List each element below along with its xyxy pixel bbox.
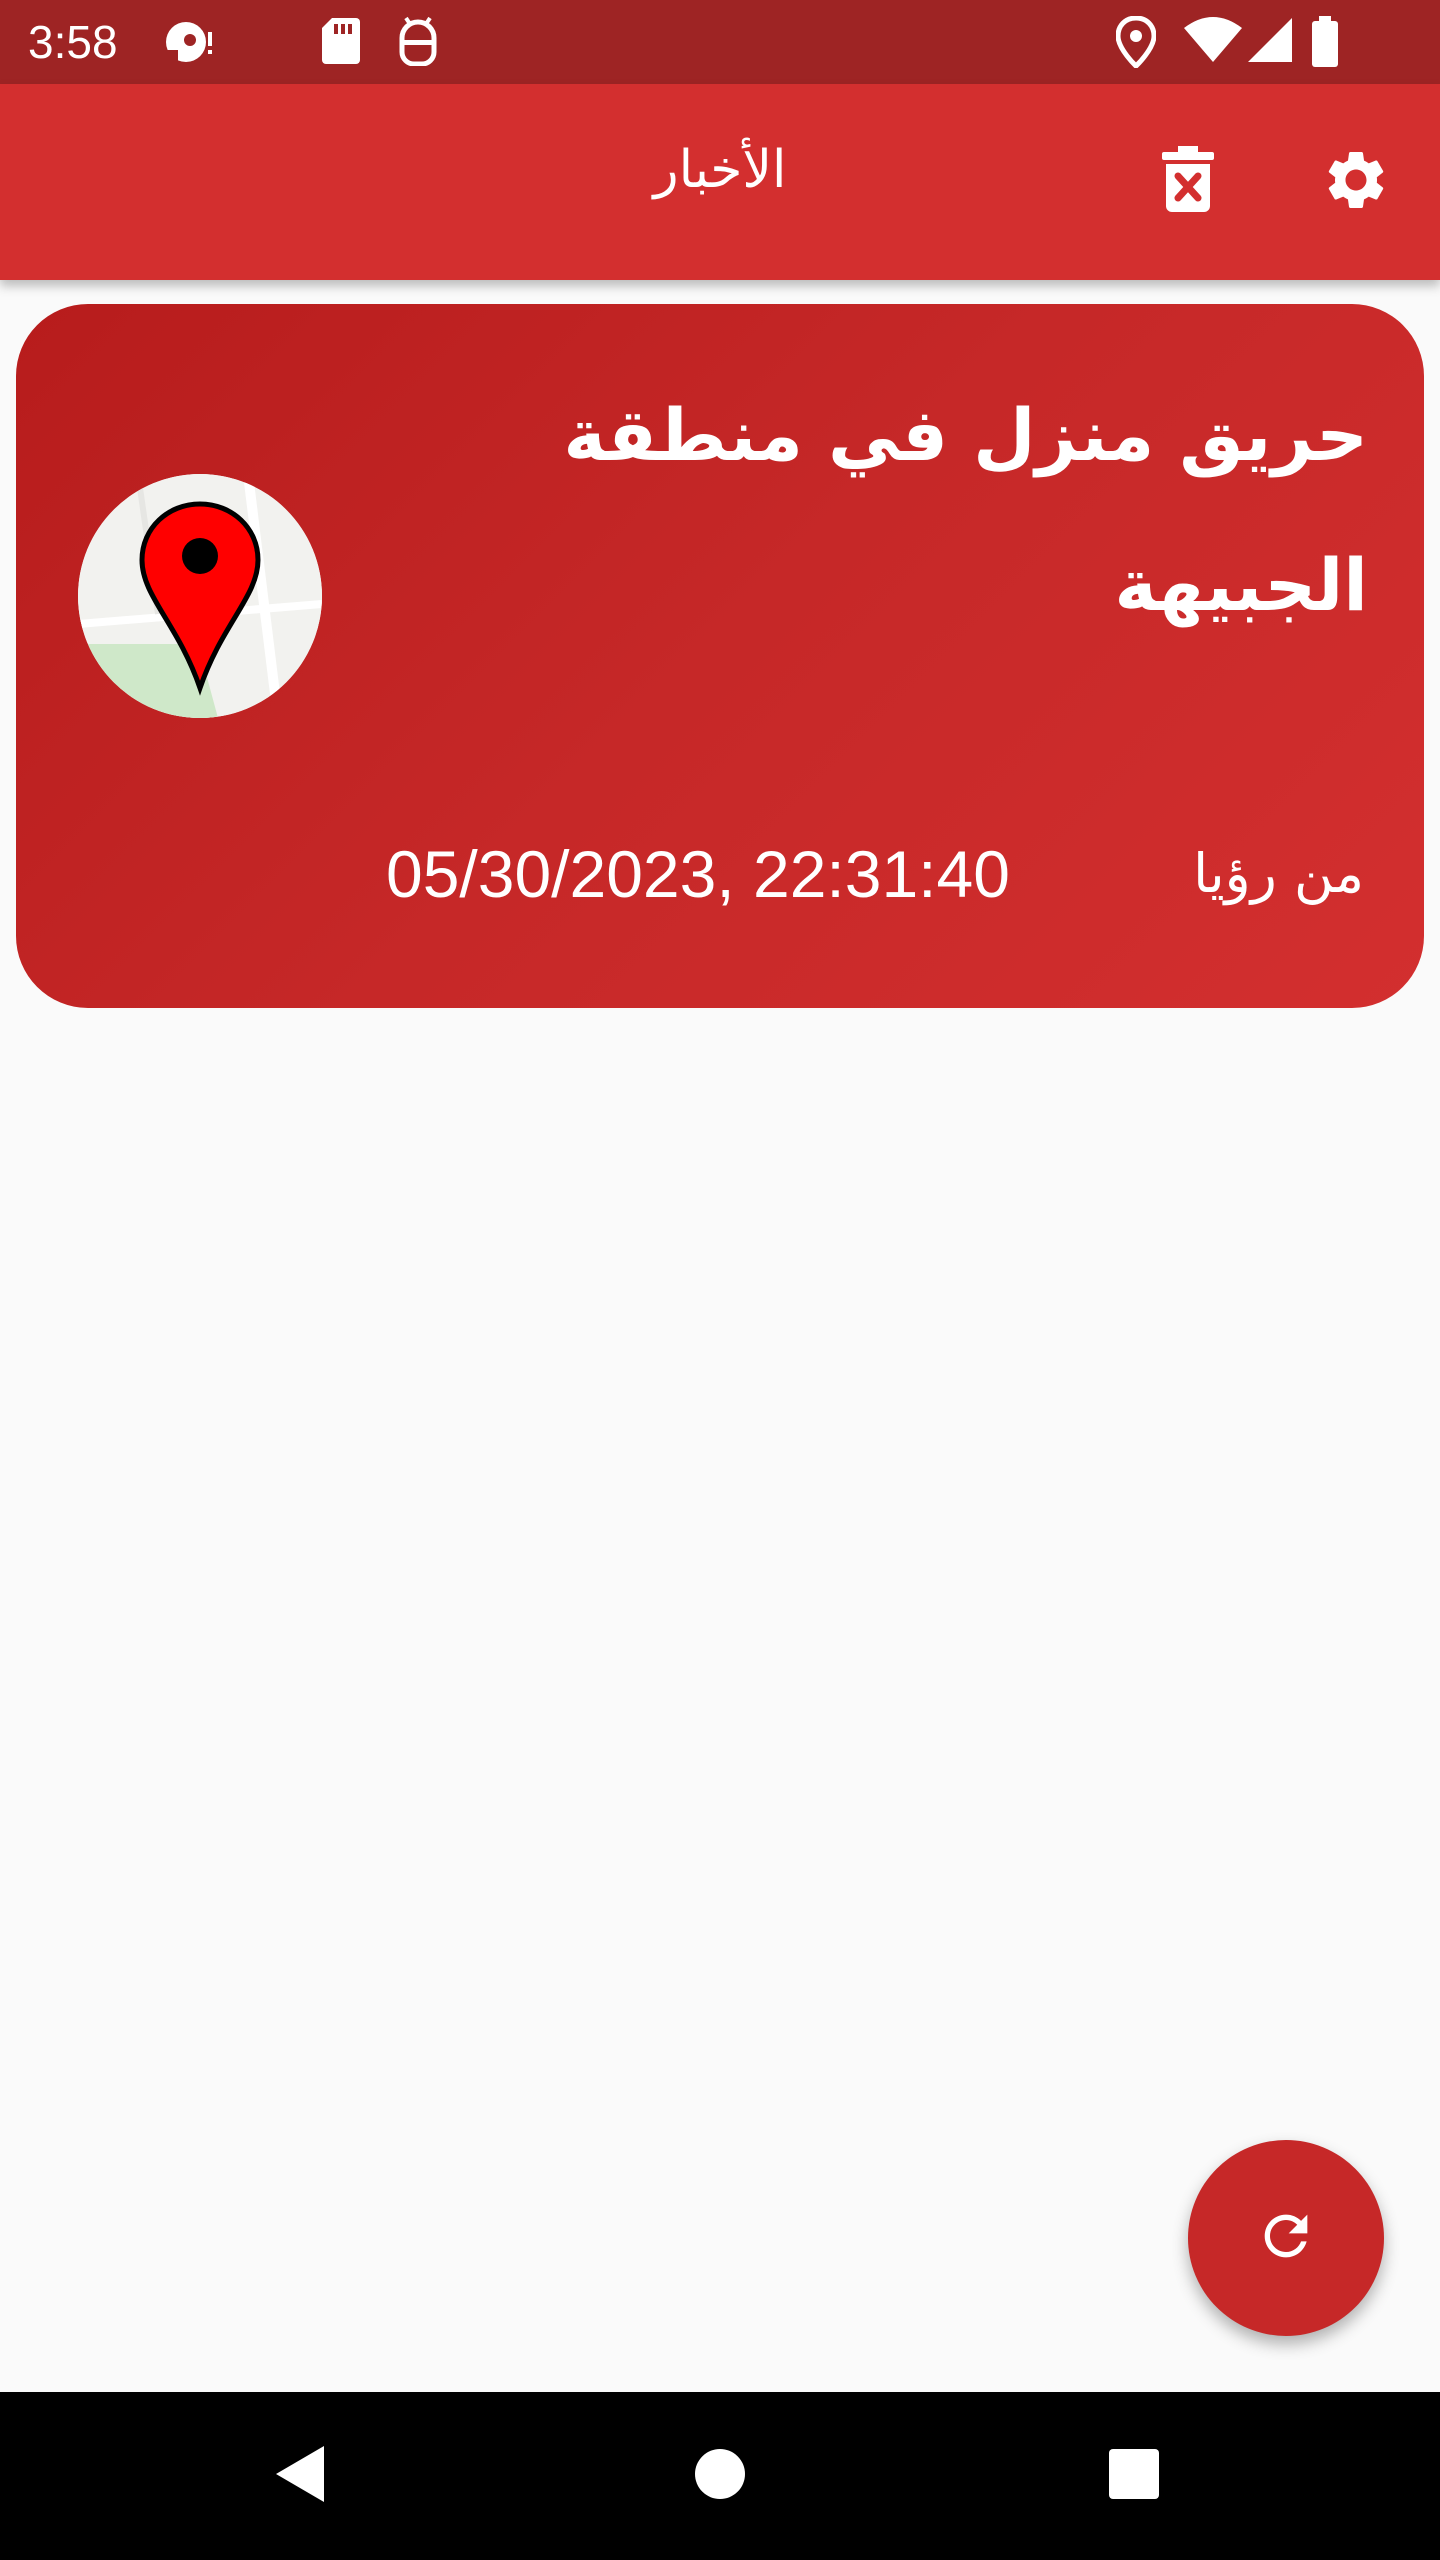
recents-button[interactable] — [1084, 2426, 1184, 2526]
back-icon — [272, 2444, 328, 2508]
map-thumbnail — [78, 474, 322, 718]
recents-icon — [1107, 2447, 1161, 2505]
settings-button[interactable] — [1306, 132, 1406, 232]
delete-all-button[interactable] — [1138, 132, 1238, 232]
news-datetime: 05/30/2023, 22:31:40 — [386, 837, 1010, 911]
navigation-bar — [0, 2392, 1440, 2560]
news-card[interactable]: حريق منزل في منطقة الجبيهة 05/30/2023, 2… — [16, 304, 1424, 1008]
status-time: 3:58 — [28, 16, 118, 68]
signal-icon — [1246, 16, 1294, 68]
refresh-button[interactable] — [1188, 2140, 1384, 2336]
news-source: من رؤيا — [1193, 842, 1364, 905]
settings-icon — [1321, 145, 1391, 219]
sd-card-icon — [322, 16, 360, 68]
wifi-icon — [1184, 16, 1242, 68]
battery-icon — [1310, 16, 1340, 72]
app-bar: الأخبار — [0, 84, 1440, 280]
news-title: حريق منزل في منطقة الجبيهة — [563, 393, 1368, 627]
status-bar: 3:58 — [0, 0, 1440, 84]
refresh-icon — [1254, 2204, 1318, 2272]
home-icon — [693, 2447, 747, 2505]
location-icon — [1115, 15, 1157, 72]
back-button[interactable] — [250, 2426, 350, 2526]
notification-icon — [160, 16, 216, 72]
home-button[interactable] — [670, 2426, 770, 2526]
app-title: الأخبار — [653, 140, 787, 200]
delete-all-icon — [1160, 146, 1216, 218]
android-debug-icon — [396, 16, 440, 70]
